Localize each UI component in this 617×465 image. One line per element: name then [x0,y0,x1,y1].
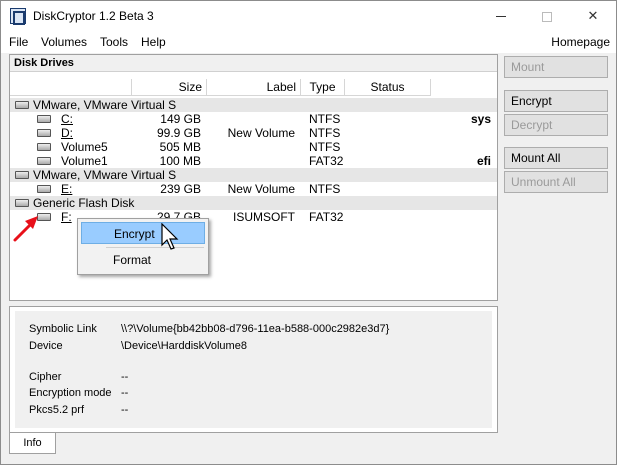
diskcryptor-logo-icon [10,8,26,25]
minimize-button[interactable] [478,1,524,31]
volume-label: New Volume [227,126,295,140]
volume-size: 100 MB [159,154,201,168]
info-panel: Symbolic Link \\?\Volume{bb42bb08-d796-1… [9,306,498,433]
volume-type: NTFS [309,126,341,140]
encryption-mode-label: Encryption mode [29,387,112,399]
menu-help[interactable]: Help [141,35,166,49]
context-menu: Encrypt Format [77,218,209,275]
mount-button[interactable]: Mount [504,56,608,78]
volume-type: FAT32 [309,210,344,224]
volume-name: Volume5 [61,140,108,154]
volume-size: 505 MB [159,140,201,154]
minimize-icon [496,16,506,18]
column-header-status[interactable]: Status [345,79,431,96]
device-value: \Device\HarddiskVolume8 [121,340,247,352]
column-header-size[interactable]: Size [132,79,207,96]
disk-group-row[interactable]: Generic Flash Disk [10,196,497,210]
close-button[interactable]: ✕ [570,1,616,31]
symbolic-link-label: Symbolic Link [29,323,97,335]
volume-name: Volume1 [61,154,108,168]
volume-row[interactable]: C: 149 GB NTFS sys [10,112,497,126]
volume-name: E: [61,182,73,196]
volume-type: NTFS [309,112,341,126]
mouse-pointer-icon [161,223,179,250]
column-header-name[interactable] [10,79,132,96]
volume-name: D: [61,126,73,140]
volume-type: NTFS [309,182,341,196]
volume-type: NTFS [309,140,341,154]
title-bar: DiskCryptor 1.2 Beta 3 ✕ [1,1,616,31]
volume-icon [37,115,51,123]
usb-disk-icon [15,199,29,207]
disk-group-row[interactable]: VMware, VMware Virtual S [10,98,497,112]
disk-drives-title: Disk Drives [10,55,497,72]
volume-icon [37,143,51,151]
menu-tools[interactable]: Tools [100,35,128,49]
info-content: Symbolic Link \\?\Volume{bb42bb08-d796-1… [15,311,492,428]
volume-row[interactable]: D: 99.9 GB New Volume NTFS [10,126,497,140]
context-menu-separator [106,247,204,248]
volume-label: New Volume [227,182,295,196]
volume-icon [37,157,51,165]
hard-disk-icon [15,101,29,109]
volume-icon [37,129,51,137]
disk-group-row[interactable]: VMware, VMware Virtual S [10,168,497,182]
volume-size: 239 GB [160,182,201,196]
tab-info[interactable]: Info [9,433,56,454]
encrypt-button[interactable]: Encrypt [504,90,608,112]
red-arrow-annotation-icon [13,216,38,242]
menu-file[interactable]: File [9,35,28,49]
volume-type: FAT32 [309,154,344,168]
context-menu-format[interactable]: Format [81,249,205,271]
volume-name: F: [61,210,72,224]
column-header-type[interactable]: Type [301,79,345,96]
close-icon: ✕ [587,8,599,23]
mount-all-button[interactable]: Mount All [504,147,608,169]
window-title: DiskCryptor 1.2 Beta 3 [33,9,154,23]
disk-name: Generic Flash Disk [33,196,135,210]
app-window: DiskCryptor 1.2 Beta 3 ✕ File Volumes To… [0,0,617,465]
volume-label: ISUMSOFT [233,210,295,224]
volume-name: C: [61,112,73,126]
volume-size: 99.9 GB [156,126,201,140]
maximize-icon [542,11,552,22]
cipher-value: -- [121,371,129,383]
volume-size: 149 GB [160,112,201,126]
symbolic-link-value: \\?\Volume{bb42bb08-d796-11ea-b588-000c2… [121,323,390,335]
disk-name: VMware, VMware Virtual S [33,168,177,182]
device-label: Device [29,340,63,352]
volume-row[interactable]: Volume5 505 MB NTFS [10,140,497,154]
menu-volumes[interactable]: Volumes [41,35,87,49]
context-menu-encrypt[interactable]: Encrypt [81,222,205,244]
column-header-label[interactable]: Label [207,79,301,96]
maximize-button[interactable] [524,1,570,31]
pkcs-value: -- [121,404,129,416]
unmount-all-button[interactable]: Unmount All [504,171,608,193]
menu-bar: File Volumes Tools Help Homepage [1,31,616,53]
homepage-link[interactable]: Homepage [551,35,610,49]
pkcs-label: Pkcs5.2 prf [29,404,85,416]
volume-flag: efi [476,154,491,168]
volume-icon [37,185,51,193]
disk-name: VMware, VMware Virtual S [33,98,177,112]
volume-flag: sys [470,112,491,126]
volume-row[interactable]: E: 239 GB New Volume NTFS [10,182,497,196]
hard-disk-icon [15,171,29,179]
volume-row[interactable]: Volume1 100 MB FAT32 efi [10,154,497,168]
cipher-label: Cipher [29,371,62,383]
encryption-mode-value: -- [121,387,129,399]
decrypt-button[interactable]: Decrypt [504,114,608,136]
